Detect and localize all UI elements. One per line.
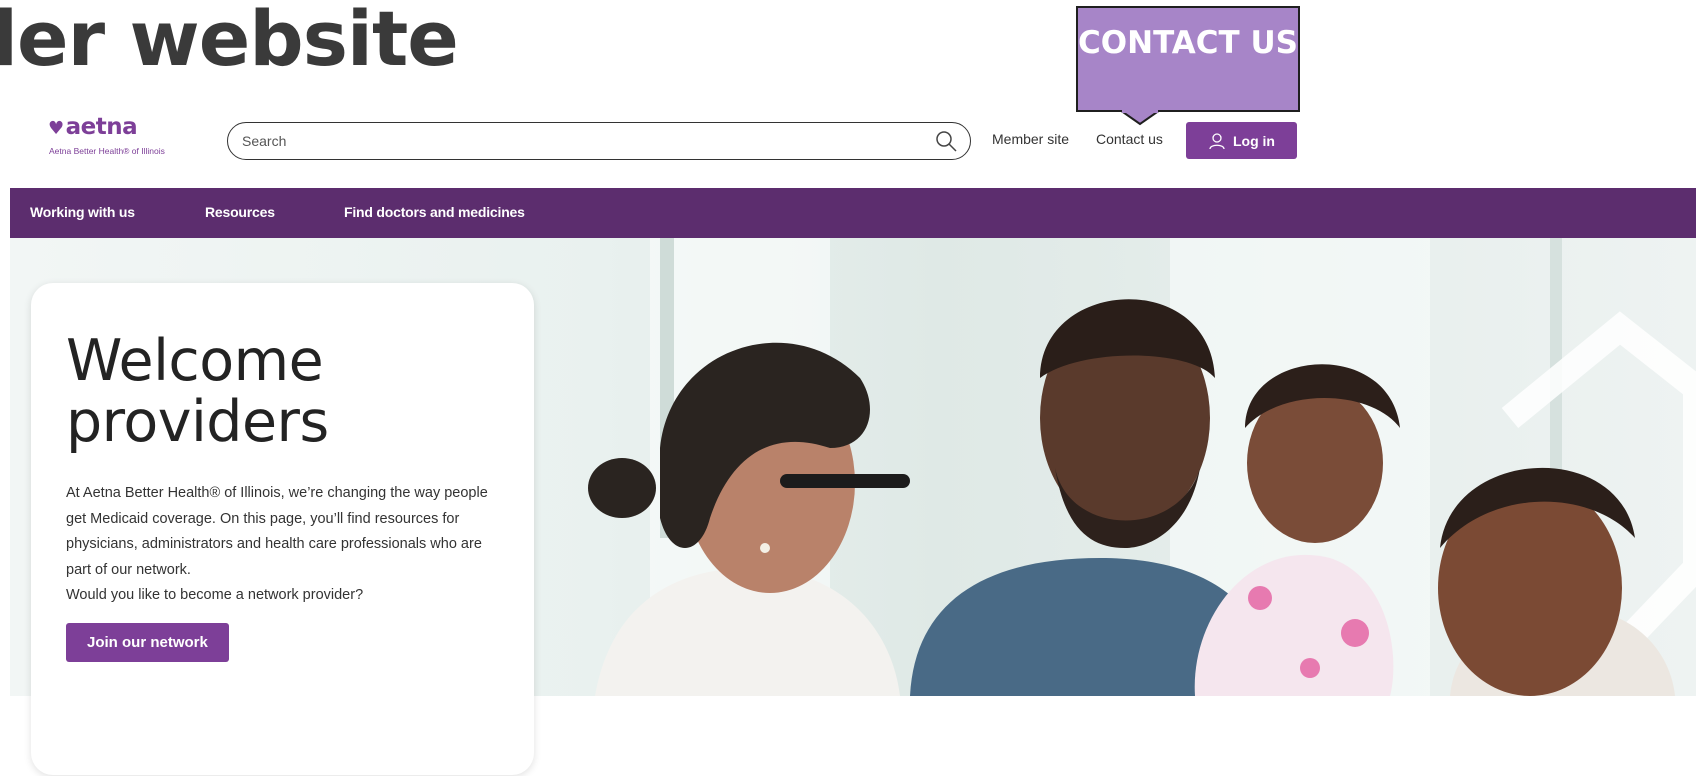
search-input[interactable] bbox=[242, 133, 934, 149]
search-icon[interactable] bbox=[934, 129, 958, 153]
logo-wordmark: aetna bbox=[65, 114, 138, 140]
welcome-question: Would you like to become a network provi… bbox=[66, 587, 364, 603]
aetna-logo[interactable]: ♥aetna Aetna Better Health® of Illinois bbox=[48, 114, 198, 160]
contact-us-link[interactable]: Contact us bbox=[1096, 131, 1163, 147]
nav-item-working-with-us[interactable]: Working with us bbox=[30, 204, 135, 220]
nav-item-find-doctors[interactable]: Find doctors and medicines bbox=[344, 204, 525, 220]
main-navigation: Working with us Resources Find doctors a… bbox=[10, 188, 1696, 238]
welcome-description: At Aetna Better Health® of Illinois, we’… bbox=[66, 485, 488, 578]
login-label: Log in bbox=[1233, 132, 1275, 149]
search-bar[interactable] bbox=[227, 122, 971, 160]
page-heading-fragment: ler website bbox=[0, 0, 459, 83]
join-network-button[interactable]: Join our network bbox=[66, 622, 229, 662]
contact-us-callout: CONTACT US bbox=[1076, 6, 1300, 112]
member-site-link[interactable]: Member site bbox=[992, 131, 1069, 147]
welcome-title: Welcome providers bbox=[66, 328, 329, 455]
user-icon bbox=[1209, 132, 1225, 149]
callout-pointer bbox=[1120, 110, 1160, 126]
nav-item-resources[interactable]: Resources bbox=[205, 204, 275, 220]
logo-tagline: Aetna Better Health® of Illinois bbox=[49, 146, 165, 156]
heart-icon: ♥ bbox=[48, 118, 64, 139]
login-button[interactable]: Log in bbox=[1186, 122, 1297, 159]
welcome-card: Welcome providers At Aetna Better Health… bbox=[31, 283, 534, 775]
